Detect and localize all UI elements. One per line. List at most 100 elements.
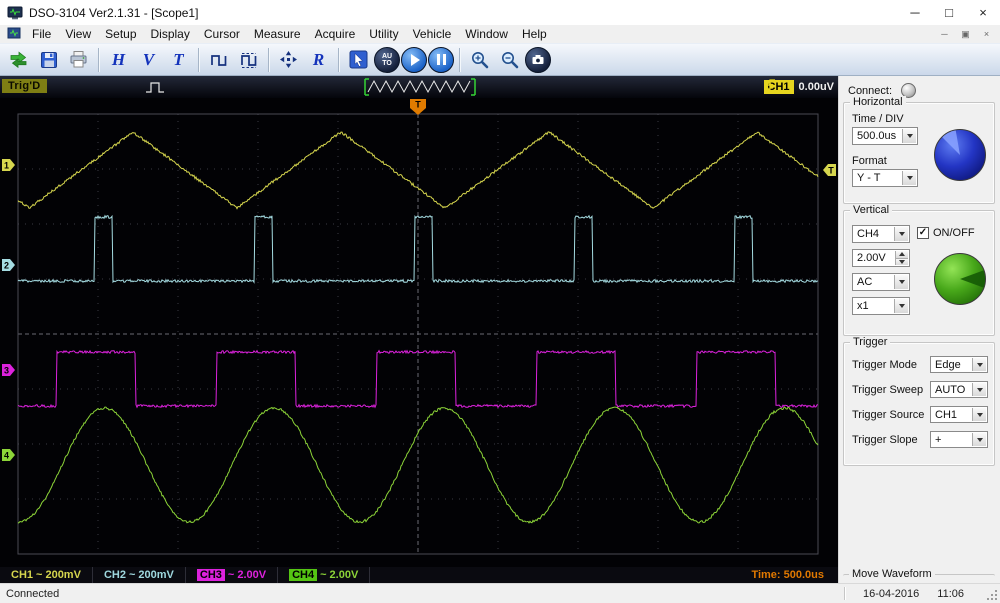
menu-item-cursor[interactable]: Cursor	[197, 25, 247, 43]
menu-item-file[interactable]: File	[25, 25, 58, 43]
mdi-close-button[interactable]: ×	[977, 27, 996, 41]
ch1-coupling: ~	[36, 569, 43, 581]
horizontal-position-knob[interactable]	[932, 127, 988, 183]
minimize-button[interactable]: ─	[898, 0, 932, 25]
pause-button[interactable]	[428, 46, 454, 73]
ch4-status[interactable]: CH4 ~ 2.00V	[278, 567, 371, 583]
menu-item-setup[interactable]: Setup	[98, 25, 143, 43]
checkbox-check-icon: ✓	[917, 227, 929, 239]
auto-label-top: AU	[381, 52, 393, 60]
play-icon	[411, 53, 420, 66]
menu-item-view[interactable]: View	[58, 25, 98, 43]
statusbar: Connected 16-04-2016 11:06	[0, 583, 1000, 603]
menu-item-window[interactable]: Window	[458, 25, 515, 43]
auto-setup-button[interactable]: AU TO	[374, 46, 400, 73]
zoom-out-button[interactable]	[495, 46, 524, 74]
trigger-sweep-select[interactable]: AUTO	[930, 381, 988, 398]
snapshot-button[interactable]	[525, 46, 551, 73]
maximize-button[interactable]: □	[932, 0, 966, 25]
auto-label-bottom: TO	[382, 59, 392, 67]
menu-item-acquire[interactable]: Acquire	[308, 25, 363, 43]
trigger-source-label: Trigger Source	[852, 409, 925, 421]
h-label: H	[111, 50, 126, 69]
menu-item-vehicle[interactable]: Vehicle	[406, 25, 459, 43]
dropdown-arrow-icon	[894, 299, 908, 313]
ch1-scale: 200mV	[45, 569, 81, 581]
ch4-label: CH4	[289, 569, 318, 581]
ch2-scale: 200mV	[138, 569, 174, 581]
ch3-status[interactable]: CH3 ~ 2.00V	[186, 567, 279, 583]
format-label: Format	[852, 155, 887, 167]
pulse-wave-button[interactable]	[204, 46, 233, 74]
menu-item-utility[interactable]: Utility	[362, 25, 405, 43]
connect-device-button[interactable]	[4, 46, 33, 74]
main-content: Trig'D CH1 0.00uV 1234TT CH1 ~ 200mV CH2…	[0, 76, 1000, 583]
scope-graticule: 1 2 3 4 T T	[2, 99, 836, 555]
mdi-minimize-button[interactable]: ─	[935, 27, 954, 41]
trigger-source-value: CH1	[935, 408, 958, 421]
v-label: V	[142, 50, 155, 69]
mdi-restore-button[interactable]: ▣	[956, 27, 975, 41]
cursor-tool-button[interactable]	[344, 46, 373, 74]
preview-right-bracket-icon[interactable]	[471, 78, 476, 96]
run-button[interactable]	[401, 46, 427, 73]
ch3-coupling: ~	[227, 569, 235, 581]
ch1-status[interactable]: CH1 ~ 200mV	[0, 567, 93, 583]
record-button[interactable]: R	[304, 46, 333, 74]
toolbar-separator	[268, 47, 269, 72]
time-div-select[interactable]: 500.0us	[852, 127, 918, 145]
format-select[interactable]: Y - T	[852, 169, 918, 187]
vertical-group: Vertical CH4 ✓ ON/OFF 2.00V AC x1	[843, 204, 995, 336]
trigger-slope-select[interactable]: +	[930, 431, 988, 448]
ch4-marker-label: 4	[4, 451, 9, 461]
channel-select[interactable]: CH4	[852, 225, 910, 243]
cursor-arrow-icon	[349, 50, 368, 69]
vertical-system-button[interactable]: V	[134, 46, 163, 74]
scope-document-icon	[7, 27, 21, 39]
trigger-source-select[interactable]: CH1	[930, 406, 988, 423]
onoff-label: ON/OFF	[933, 227, 975, 239]
ch2-status[interactable]: CH2 ~ 200mV	[93, 567, 186, 583]
connect-label: Connect:	[848, 84, 893, 97]
trigger-sweep-value: AUTO	[935, 383, 966, 396]
save-icon	[40, 51, 57, 68]
stepper-buttons[interactable]	[895, 251, 908, 265]
trigger-mode-select[interactable]: Edge	[930, 356, 988, 373]
horizontal-system-button[interactable]: H	[104, 46, 133, 74]
save-button[interactable]	[34, 46, 63, 74]
mdi-window-controls: ─ ▣ ×	[935, 27, 1000, 41]
statusbar-right: 16-04-2016 11:06	[844, 587, 964, 600]
coupling-select[interactable]: AC	[852, 273, 910, 291]
ch2-label: CH2	[103, 569, 126, 581]
menu-item-measure[interactable]: Measure	[247, 25, 308, 43]
vertical-position-knob[interactable]	[932, 251, 988, 307]
menu-item-display[interactable]: Display	[144, 25, 197, 43]
channel-onoff-checkbox[interactable]: ✓ ON/OFF	[917, 227, 975, 239]
channel-value: CH4	[857, 228, 880, 240]
pulse-width-button[interactable]	[234, 46, 263, 74]
waveform-display[interactable]: 1 2 3 4 T T	[0, 98, 838, 567]
close-button[interactable]: ×	[966, 0, 1000, 25]
trigger-system-button[interactable]: T	[164, 46, 193, 74]
trigger-level-marker-label: T	[828, 166, 834, 176]
preview-left-bracket-icon[interactable]	[364, 78, 369, 96]
probe-select[interactable]: x1	[852, 297, 910, 315]
resize-grip[interactable]	[985, 588, 998, 601]
zoom-in-button[interactable]	[465, 46, 494, 74]
zoom-out-icon	[502, 52, 519, 69]
volts-div-stepper[interactable]: 2.00V	[852, 249, 910, 267]
trigger-readout: CH1 0.00uV	[763, 76, 834, 98]
print-button[interactable]	[64, 46, 93, 74]
status-time: 11:06	[937, 587, 964, 600]
status-date: 16-04-2016	[863, 587, 920, 600]
horizontal-group: Horizontal Time / DIV 500.0us Format Y -…	[843, 96, 995, 204]
menu-item-help[interactable]: Help	[515, 25, 554, 43]
autoscale-button[interactable]	[274, 46, 303, 74]
ch1-label: CH1	[11, 569, 34, 581]
trigger-slope-label: Trigger Slope	[852, 434, 918, 446]
connection-status: Connected	[6, 587, 60, 600]
record-preview	[146, 78, 476, 96]
toolbar-separator	[338, 47, 339, 72]
dropdown-arrow-icon	[894, 227, 908, 241]
dropdown-arrow-icon	[972, 408, 986, 421]
